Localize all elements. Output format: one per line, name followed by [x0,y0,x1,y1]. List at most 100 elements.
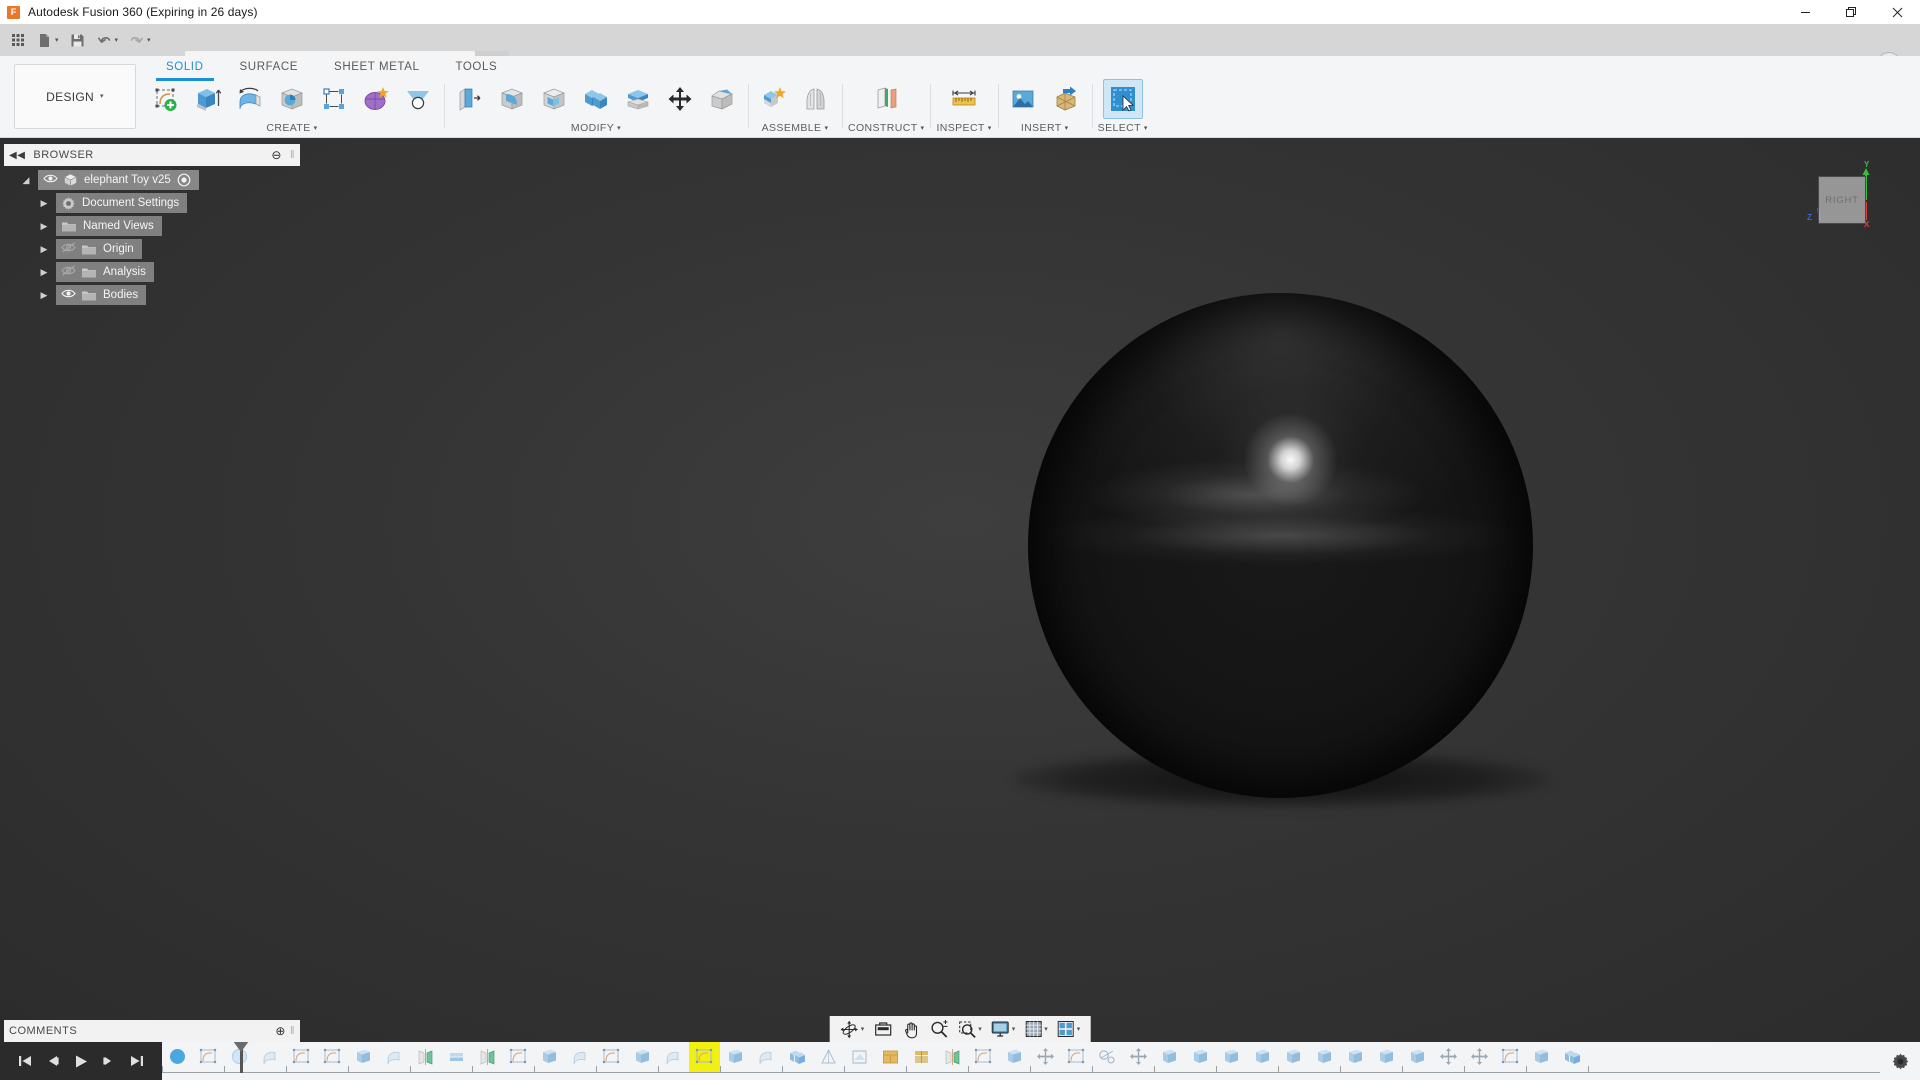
shell-icon[interactable] [534,79,574,119]
redo-caret-icon[interactable]: ▾ [147,37,151,44]
step-forward-button[interactable] [98,1050,120,1072]
tree-expand-bodies-icon[interactable]: ▶ [36,290,52,301]
timeline-track[interactable] [162,1042,1880,1080]
timeline-feature-extrude-feature[interactable] [1526,1042,1557,1072]
model-sphere-body[interactable] [1028,293,1533,798]
tree-node-document-settings[interactable]: ▶ Document Settings [0,193,300,213]
timeline-feature-extrude-feature[interactable] [1154,1042,1185,1072]
orbit-caret-icon[interactable]: ▾ [861,1026,865,1033]
timeline-feature-joint-feature[interactable] [1092,1042,1123,1072]
timeline-feature-extrude-feature[interactable] [1371,1042,1402,1072]
timeline-feature-extrude-feature[interactable] [1309,1042,1340,1072]
timeline-feature-split-feature[interactable] [844,1042,875,1072]
redo-icon[interactable]: ▾ [124,27,155,53]
tree-expand-root-icon[interactable]: ◢ [18,175,34,186]
timeline-feature-extrude-feature[interactable] [1247,1042,1278,1072]
select-window-icon[interactable] [1103,79,1143,119]
tree-node-origin[interactable]: ▶ Origin [0,239,300,259]
tree-expand-document-settings-icon[interactable]: ▶ [36,198,52,209]
timeline-feature-sketch-feature[interactable] [689,1042,720,1072]
step-back-button[interactable] [42,1050,64,1072]
pattern-icon[interactable] [314,79,354,119]
timeline-feature-move-feature[interactable] [1464,1042,1495,1072]
timeline-feature-revolve-feature[interactable] [751,1042,782,1072]
undo-icon[interactable]: ▾ [92,27,123,53]
look-at-icon[interactable] [869,1017,896,1041]
move-copy-icon[interactable] [660,79,700,119]
timeline-feature-move-feature[interactable] [1123,1042,1154,1072]
visibility-eye-off-icon[interactable] [61,265,75,279]
timeline-feature-extrude-feature[interactable] [1278,1042,1309,1072]
tree-node-named-views-chip[interactable]: Named Views [56,216,162,236]
panel-create-caret-icon[interactable]: ▾ [314,125,318,132]
joint-icon[interactable] [796,79,836,119]
timeline-feature-sketch-feature[interactable] [193,1042,224,1072]
loft-icon[interactable] [356,79,396,119]
timeline-feature-move-feature[interactable] [1030,1042,1061,1072]
comments-resize-grip[interactable]: ‖ [290,1025,295,1037]
workspace-caret-icon[interactable]: ▾ [100,93,104,100]
tree-node-root[interactable]: ◢ elephant Toy v25 [0,170,300,190]
timeline-playhead[interactable] [240,1042,243,1073]
grid-snaps-caret-icon[interactable]: ▾ [1044,1026,1048,1033]
timeline-feature-move-feature[interactable] [1433,1042,1464,1072]
visibility-eye-icon[interactable] [43,173,57,187]
timeline-feature-extrude-feature[interactable] [1340,1042,1371,1072]
timeline-feature-extrude-feature[interactable] [720,1042,751,1072]
timeline-feature-combine-feature[interactable] [1557,1042,1588,1072]
panel-create-label[interactable]: CREATE ▾ [266,120,317,136]
timeline-feature-sketch-feature[interactable] [1061,1042,1092,1072]
sweep-icon[interactable] [272,79,312,119]
new-component-icon[interactable] [754,79,794,119]
timeline-feature-extrude-feature[interactable] [1216,1042,1247,1072]
tree-node-analysis[interactable]: ▶ Analysis [0,262,300,282]
play-button[interactable] [70,1050,92,1072]
tree-node-root-chip[interactable]: elephant Toy v25 [38,170,199,190]
panel-assemble-label[interactable]: ASSEMBLE ▾ [762,120,829,136]
maximize-restore-button[interactable] [1828,0,1874,24]
comments-add-icon[interactable]: ⊕ [275,1024,286,1038]
display-settings-icon[interactable]: ▾ [987,1017,1020,1041]
browser-collapse-icon[interactable]: ◀◀ [9,150,25,161]
timeline-feature-revolve-feature[interactable] [565,1042,596,1072]
tree-node-named-views[interactable]: ▶ Named Views [0,216,300,236]
split-face-icon[interactable] [618,79,658,119]
go-to-end-button[interactable] [126,1050,148,1072]
activate-component-radio-icon[interactable] [177,173,191,187]
timeline-feature-mirror-feature[interactable] [875,1042,906,1072]
new-file-icon[interactable]: ▾ [32,27,63,53]
panel-inspect-caret-icon[interactable]: ▾ [988,125,992,132]
pan-icon[interactable] [897,1017,924,1041]
insert-mcmaster-icon[interactable] [1046,79,1086,119]
browser-minus-icon[interactable]: ⊖ [271,148,282,162]
timeline-feature-pattern-feature[interactable] [906,1042,937,1072]
timeline-feature-combine-feature[interactable] [782,1042,813,1072]
workspace-selector[interactable]: DESIGN ▾ [14,64,136,129]
combine-icon[interactable] [576,79,616,119]
panel-insert-caret-icon[interactable]: ▾ [1065,125,1069,132]
timeline-feature-sketch-feature[interactable] [286,1042,317,1072]
view-cube-face[interactable]: RIGHT [1818,176,1866,224]
timeline-feature-sketch-feature[interactable] [968,1042,999,1072]
press-pull-icon[interactable] [450,79,490,119]
tab-surface[interactable]: SURFACE [222,56,317,78]
panel-select-label[interactable]: SELECT ▾ [1098,120,1148,136]
tree-node-origin-chip[interactable]: Origin [56,239,142,259]
timeline-feature-shell-feature[interactable] [813,1042,844,1072]
measure-icon[interactable] [944,79,984,119]
tree-node-bodies[interactable]: ▶ Bodies [0,285,300,305]
panel-construct-label[interactable]: CONSTRUCT ▾ [848,120,924,136]
orbit-icon[interactable]: ▾ [836,1017,869,1041]
timeline-feature-revolve-feature[interactable] [658,1042,689,1072]
panel-insert-label[interactable]: INSERT ▾ [1021,120,1069,136]
zoom-icon[interactable] [925,1017,952,1041]
timeline-settings-gear-icon[interactable] [1880,1042,1920,1080]
timeline-feature-extrude-feature[interactable] [1185,1042,1216,1072]
tree-expand-named-views-icon[interactable]: ▶ [36,221,52,232]
visibility-eye-icon[interactable] [61,288,75,302]
close-window-button[interactable] [1874,0,1920,24]
panel-assemble-caret-icon[interactable]: ▾ [824,125,828,132]
chamfer-icon[interactable] [702,79,742,119]
offset-plane-icon[interactable] [866,79,906,119]
tree-node-bodies-chip[interactable]: Bodies [56,285,146,305]
